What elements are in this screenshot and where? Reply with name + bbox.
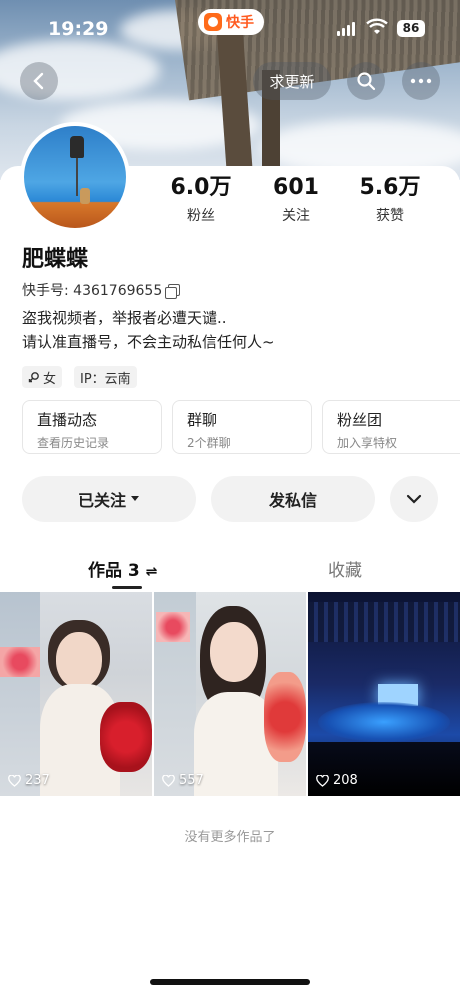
gender-tag: 女 — [22, 366, 63, 388]
app-indicator: 快手 — [198, 9, 264, 35]
following-count: 601 — [273, 175, 319, 200]
chevron-left-icon — [33, 72, 44, 90]
kuaishou-id: 快手号: 4361769655 — [22, 283, 163, 299]
following-label: 关注 — [282, 208, 310, 224]
heart-icon — [162, 774, 175, 787]
following-button[interactable]: 已关注 — [22, 476, 196, 522]
active-tab-indicator — [112, 586, 142, 589]
likes-count: 5.6万 — [359, 175, 421, 200]
tab-works-label: 作品 3 — [88, 561, 140, 581]
heart-icon — [316, 774, 329, 787]
copy-icon[interactable] — [165, 284, 181, 299]
back-button[interactable] — [20, 62, 58, 100]
feature-live-dynamics[interactable]: 直播动态 查看历史记录 — [22, 400, 162, 454]
followers-label: 粉丝 — [187, 208, 215, 224]
status-time: 19:29 — [48, 18, 109, 40]
like-count: 557 — [162, 773, 204, 788]
feature-fan-club[interactable]: 粉丝团 加入享特权 — [322, 400, 460, 454]
content-tabs: 作品 3 ⇌ 收藏 — [0, 552, 460, 589]
kuaishou-id-row[interactable]: 快手号: 4361769655 — [22, 280, 181, 300]
likes-label: 获赞 — [376, 208, 404, 224]
like-count-value: 237 — [25, 773, 50, 788]
caret-down-icon — [131, 496, 139, 501]
search-button[interactable] — [347, 62, 385, 100]
feature-subtitle: 查看历史记录 — [37, 436, 110, 450]
work-thumbnail[interactable]: 237 — [0, 592, 152, 796]
like-count-value: 208 — [333, 773, 358, 788]
like-count: 237 — [8, 773, 50, 788]
ip-label: IP：云南 — [80, 371, 131, 387]
app-name: 快手 — [226, 15, 254, 31]
feature-title: 群聊 — [187, 411, 218, 429]
home-indicator[interactable] — [150, 979, 310, 985]
following-label: 已关注 — [77, 491, 126, 510]
status-bar: 19:29 快手 86 — [0, 0, 460, 60]
tab-collection[interactable]: 收藏 — [328, 556, 362, 581]
signal-icon — [337, 22, 355, 36]
sort-icon[interactable]: ⇌ — [146, 564, 158, 580]
female-icon — [28, 372, 39, 383]
gender-label: 女 — [43, 371, 57, 387]
more-button[interactable] — [402, 62, 440, 100]
stat-likes[interactable]: 5.6万 获赞 — [350, 175, 430, 225]
feature-title: 直播动态 — [37, 411, 98, 429]
heart-icon — [8, 774, 21, 787]
work-thumbnail[interactable]: 557 — [154, 592, 306, 796]
followers-count: 6.0万 — [170, 175, 232, 200]
like-count: 208 — [316, 773, 358, 788]
no-more-works-text: 没有更多作品了 — [184, 830, 276, 845]
like-count-value: 557 — [179, 773, 204, 788]
chevron-down-icon — [406, 494, 422, 504]
bio-line: 请认准直播号，不会主动私信任何人~ — [22, 333, 275, 351]
more-icon — [410, 78, 432, 84]
feature-title: 粉丝团 — [337, 411, 383, 429]
avatar[interactable] — [20, 122, 130, 232]
profile-name: 肥蝶蝶 — [22, 247, 89, 272]
stat-followers[interactable]: 6.0万 粉丝 — [161, 175, 241, 225]
tab-works[interactable]: 作品 3 ⇌ — [88, 556, 157, 581]
bio-line: 盗我视频者，举报者必遭天谴.. — [22, 309, 227, 327]
work-thumbnail[interactable]: 208 — [308, 592, 460, 796]
battery-indicator: 86 — [397, 20, 425, 37]
kuaishou-logo-icon — [204, 13, 222, 31]
search-icon — [357, 72, 376, 91]
wifi-icon — [366, 18, 388, 34]
expand-button[interactable] — [390, 476, 438, 522]
feature-subtitle: 2个群聊 — [187, 436, 231, 450]
feature-group-chat[interactable]: 群聊 2个群聊 — [172, 400, 312, 454]
request-update-button[interactable]: 求更新 — [253, 62, 331, 100]
works-grid: 237 557 208 — [0, 592, 460, 796]
stat-following[interactable]: 601 关注 — [256, 175, 336, 225]
profile-bio: 盗我视频者，举报者必遭天谴.. 请认准直播号，不会主动私信任何人~ — [22, 306, 275, 354]
ip-tag: IP：云南 — [74, 366, 137, 388]
send-message-button[interactable]: 发私信 — [211, 476, 375, 522]
feature-subtitle: 加入享特权 — [337, 436, 398, 450]
